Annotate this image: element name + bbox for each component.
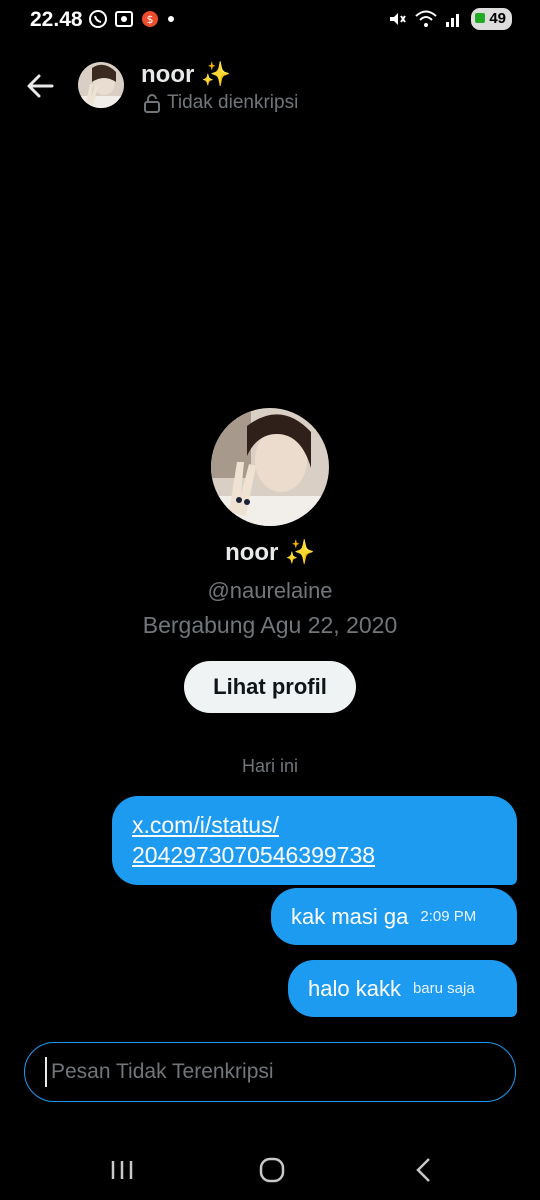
text-caret bbox=[45, 1057, 47, 1087]
message-bubble: x.com/i/status/ 2042973070546399738 bbox=[112, 796, 517, 885]
message-time: 2:09 PM bbox=[420, 908, 477, 925]
screen-capture-icon bbox=[115, 11, 133, 27]
profile-avatar[interactable] bbox=[211, 408, 329, 526]
day-separator: Hari ini bbox=[241, 756, 298, 776]
wifi-icon bbox=[415, 10, 437, 27]
conversation-header: noor ✨ Tidak dienkripsi bbox=[0, 56, 540, 126]
status-left-icons: $ bbox=[88, 9, 176, 29]
message-input[interactable] bbox=[49, 1059, 493, 1085]
back-nav-icon[interactable] bbox=[404, 1150, 444, 1190]
view-profile-button[interactable]: Lihat profil bbox=[184, 661, 356, 713]
link-line-2: 2042973070546399738 bbox=[132, 842, 376, 868]
message-bubble: kak masi ga 2:09 PM bbox=[271, 888, 517, 945]
profile-joined-date: Bergabung Agu 22, 2020 bbox=[142, 612, 398, 638]
message-composer[interactable] bbox=[24, 1042, 516, 1102]
whatsapp-icon bbox=[89, 10, 107, 28]
message-link[interactable]: x.com/i/status/ 2042973070546399738 bbox=[132, 812, 375, 868]
back-arrow-icon[interactable] bbox=[22, 68, 58, 104]
system-nav-bar bbox=[0, 1140, 540, 1200]
battery-indicator: 49 bbox=[471, 8, 512, 30]
home-icon[interactable] bbox=[252, 1150, 292, 1190]
dot-icon bbox=[168, 16, 174, 22]
message-bubble: halo kakk baru saja bbox=[288, 960, 517, 1017]
shopee-icon: $ bbox=[142, 11, 158, 27]
unlock-icon bbox=[144, 94, 160, 113]
status-time: 22.48 bbox=[30, 8, 83, 31]
message-text: halo kakk bbox=[308, 975, 401, 1001]
message-time: baru saja bbox=[412, 980, 475, 997]
message-text: kak masi ga bbox=[291, 903, 409, 929]
recent-apps-icon[interactable] bbox=[102, 1150, 142, 1190]
header-name: noor ✨ bbox=[141, 61, 231, 88]
encryption-label: Tidak dienkripsi bbox=[167, 92, 299, 113]
encryption-status: Tidak dienkripsi bbox=[143, 92, 298, 114]
signal-icon bbox=[446, 14, 460, 27]
status-bar: 22.48 $ 49 bbox=[0, 0, 540, 40]
mute-icon bbox=[390, 13, 407, 25]
link-line-1: x.com/i/status/ bbox=[132, 812, 279, 838]
header-avatar[interactable] bbox=[78, 62, 124, 108]
svg-text:$: $ bbox=[147, 13, 154, 26]
profile-handle: @naurelaine bbox=[207, 578, 333, 603]
status-right-icons: 49 bbox=[387, 8, 512, 30]
profile-name: noor ✨ bbox=[225, 539, 315, 566]
